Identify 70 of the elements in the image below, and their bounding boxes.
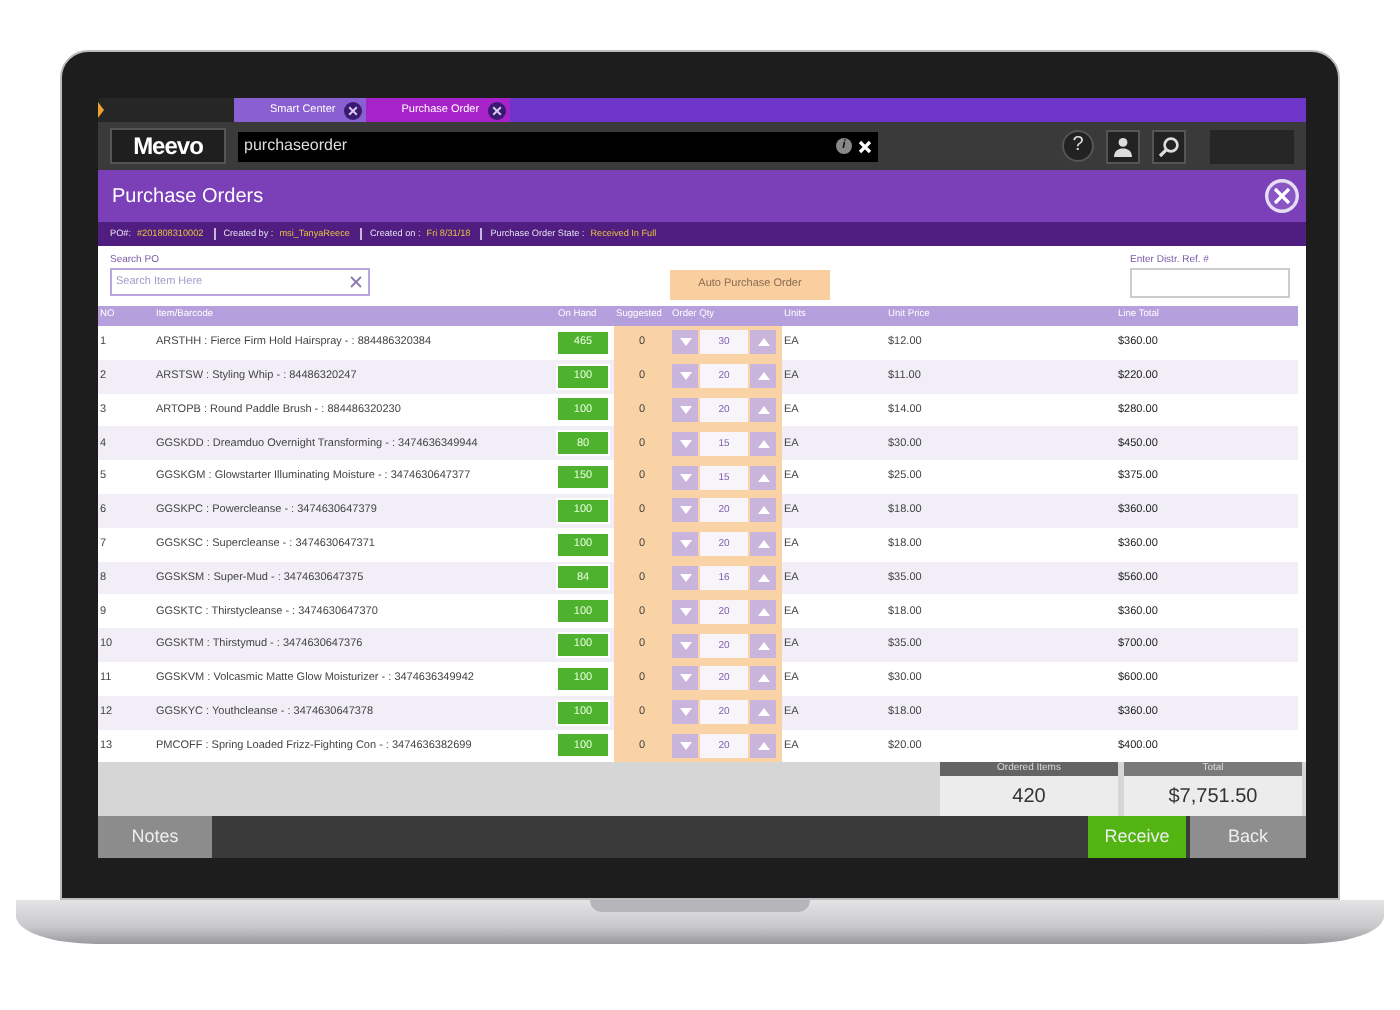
up-triangle-icon xyxy=(757,708,769,717)
decrease-button[interactable] xyxy=(672,633,698,658)
increase-button[interactable] xyxy=(750,330,776,355)
decrease-button[interactable] xyxy=(672,397,698,422)
up-triangle-icon xyxy=(757,473,769,482)
up-triangle-icon xyxy=(757,674,769,683)
person-icon xyxy=(1112,135,1134,157)
increase-button[interactable] xyxy=(750,633,776,658)
help-button[interactable]: ? xyxy=(1062,130,1094,162)
decrease-button[interactable] xyxy=(672,532,698,557)
decrease-button[interactable] xyxy=(672,330,698,355)
down-triangle-icon xyxy=(679,607,691,616)
up-triangle-icon xyxy=(757,439,769,448)
page-title: Purchase Orders xyxy=(112,183,264,211)
down-triangle-icon xyxy=(679,439,691,448)
up-triangle-icon xyxy=(757,506,769,515)
back-button[interactable]: Back xyxy=(1190,816,1306,858)
increase-button[interactable] xyxy=(750,532,776,557)
up-triangle-icon xyxy=(757,641,769,650)
down-triangle-icon xyxy=(679,741,691,750)
decrease-button[interactable] xyxy=(672,565,698,590)
increase-button[interactable] xyxy=(750,498,776,523)
increase-button[interactable] xyxy=(750,565,776,590)
down-triangle-icon xyxy=(679,674,691,683)
increase-button[interactable] xyxy=(750,465,776,490)
down-triangle-icon xyxy=(679,338,691,347)
increase-button[interactable] xyxy=(750,431,776,456)
increase-button[interactable] xyxy=(750,397,776,422)
up-triangle-icon xyxy=(757,372,769,381)
close-icon xyxy=(1264,178,1300,214)
up-triangle-icon xyxy=(757,607,769,616)
increase-button[interactable] xyxy=(750,666,776,691)
decrease-button[interactable] xyxy=(672,465,698,490)
summary-value: 420 xyxy=(1010,783,1048,812)
down-triangle-icon xyxy=(679,405,691,414)
decrease-button[interactable] xyxy=(672,364,698,389)
user-button[interactable] xyxy=(1106,129,1140,163)
search-icon xyxy=(1158,135,1180,157)
increase-button[interactable] xyxy=(750,700,776,725)
increase-button[interactable] xyxy=(750,364,776,389)
search-button[interactable] xyxy=(1152,129,1186,163)
decrease-button[interactable] xyxy=(672,498,698,523)
up-triangle-icon xyxy=(757,405,769,414)
close-icon[interactable] xyxy=(343,101,362,119)
logo: Meevo xyxy=(110,128,226,164)
up-triangle-icon xyxy=(757,338,769,347)
up-triangle-icon xyxy=(757,540,769,549)
down-triangle-icon xyxy=(679,573,691,582)
down-triangle-icon xyxy=(679,473,691,482)
ref-field[interactable] xyxy=(1130,267,1290,297)
decrease-button[interactable] xyxy=(672,431,698,456)
close-icon[interactable] xyxy=(858,139,872,153)
decrease-button[interactable] xyxy=(672,599,698,624)
decrease-button[interactable] xyxy=(672,700,698,725)
down-triangle-icon xyxy=(679,506,691,515)
down-triangle-icon xyxy=(679,372,691,381)
up-triangle-icon xyxy=(757,741,769,750)
down-triangle-icon xyxy=(679,641,691,650)
close-icon[interactable] xyxy=(487,101,506,119)
down-triangle-icon xyxy=(679,540,691,549)
down-triangle-icon xyxy=(679,708,691,717)
increase-button[interactable] xyxy=(750,599,776,624)
decrease-button[interactable] xyxy=(672,733,698,758)
notes-button[interactable]: Notes xyxy=(98,816,212,858)
decrease-button[interactable] xyxy=(672,666,698,691)
summary-value: $7,751.50 xyxy=(1166,783,1260,812)
up-triangle-icon xyxy=(757,573,769,582)
increase-button[interactable] xyxy=(750,733,776,758)
close-button[interactable] xyxy=(1264,178,1300,214)
clear-icon[interactable] xyxy=(350,275,362,287)
